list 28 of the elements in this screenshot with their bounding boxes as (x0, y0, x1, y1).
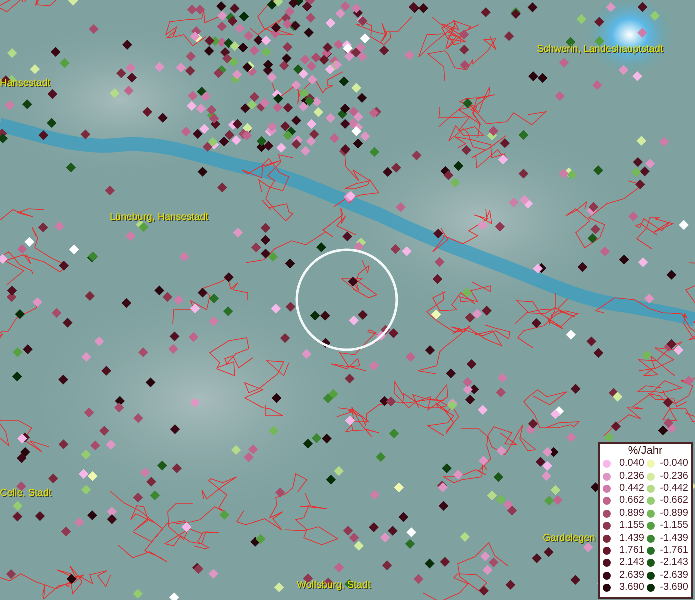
legend-value: 0.040 (618, 458, 644, 470)
legend-value: 0.442 (618, 482, 644, 495)
legend-value: -1.439 (659, 532, 688, 545)
legend-value: -0.040 (659, 458, 688, 470)
legend-value: -1.761 (659, 544, 688, 557)
legend-value: 0.662 (618, 495, 644, 508)
legend-value: 0.236 (618, 470, 644, 483)
legend-value: -0.899 (659, 508, 688, 520)
place-label: Lüneburg, Hansestadt (110, 212, 208, 224)
legend-value: -3.690 (659, 582, 688, 594)
place-label: Gardelegen (543, 533, 596, 545)
legend-value: 2.639 (618, 570, 644, 582)
legend-value: 1.155 (618, 520, 644, 532)
place-label: Celle, Stadt (0, 488, 52, 500)
legend-value: -2.639 (659, 570, 688, 582)
legend-value: -0.662 (659, 495, 688, 508)
legend-title: %/Jahr (628, 445, 663, 458)
place-label: Schwerin, Landeshauptstadt (537, 44, 664, 56)
legend-value: -0.442 (659, 482, 688, 495)
legend-value: -2.143 (659, 557, 688, 570)
legend-value: -1.155 (659, 520, 688, 532)
legend-value: 1.761 (618, 544, 644, 557)
legend-value: -0.236 (659, 470, 688, 483)
legend-value: 0.899 (618, 508, 644, 520)
legend-value: 1.439 (618, 532, 644, 545)
legend-value: 3.690 (618, 582, 644, 594)
legend-value: 2.143 (618, 557, 644, 570)
place-label: Hansestadt (0, 78, 51, 90)
